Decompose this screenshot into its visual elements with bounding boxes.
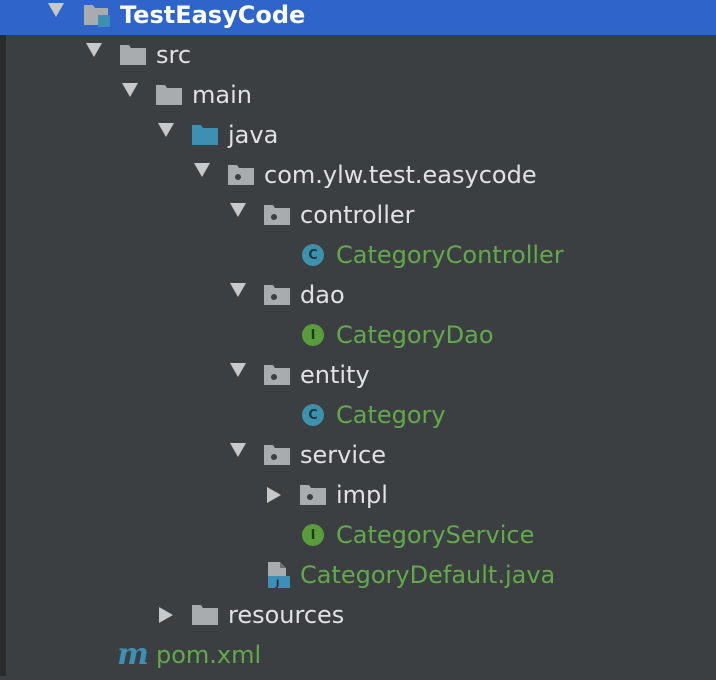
tree-item-label: Category: [336, 401, 446, 429]
svg-text:J: J: [275, 579, 279, 589]
tree-item-category-service[interactable]: I CategoryService: [0, 515, 716, 555]
class-icon: C: [298, 395, 328, 435]
tree-item-label: resources: [228, 601, 345, 629]
class-icon: C: [298, 235, 328, 275]
tree-item-label: main: [192, 81, 252, 109]
expand-arrow-icon[interactable]: [192, 155, 212, 195]
tree-item-label: src: [156, 41, 192, 69]
expand-arrow-icon[interactable]: [156, 115, 176, 155]
tree-item-label: service: [300, 441, 386, 469]
tree-item-label: controller: [300, 201, 415, 229]
tree-item-label: entity: [300, 361, 370, 389]
package-icon: [262, 355, 292, 395]
tree-item-entity[interactable]: entity: [0, 355, 716, 395]
tree-item-controller[interactable]: controller: [0, 195, 716, 235]
tree-item-category-dao[interactable]: I CategoryDao: [0, 315, 716, 355]
expand-arrow-icon[interactable]: [120, 75, 140, 115]
interface-icon: I: [298, 315, 328, 355]
tree-item-java[interactable]: java: [0, 115, 716, 155]
tree-item-label: impl: [336, 481, 388, 509]
expand-arrow-icon[interactable]: [84, 35, 104, 75]
tree-item-main[interactable]: main: [0, 75, 716, 115]
expand-arrow-icon[interactable]: [228, 435, 248, 475]
package-icon: [262, 435, 292, 475]
tree-item-label: CategoryDao: [336, 321, 494, 349]
expand-arrow-icon[interactable]: [46, 0, 66, 35]
folder-icon: [190, 595, 220, 635]
package-icon: [262, 275, 292, 315]
expand-arrow-icon[interactable]: [228, 355, 248, 395]
tree-item-label: CategoryController: [336, 241, 564, 269]
package-icon: [226, 155, 256, 195]
folder-icon: [118, 35, 148, 75]
tree-item-label: TestEasyCode: [120, 1, 306, 29]
tree-item-label: CategoryDefault.java: [300, 561, 556, 589]
java-file-icon: J: [262, 555, 292, 595]
tree-item-pom-xml[interactable]: m pom.xml: [0, 635, 716, 675]
tree-item-label: java: [228, 121, 279, 149]
tree-item-package-root[interactable]: com.ylw.test.easycode: [0, 155, 716, 195]
interface-icon: I: [298, 515, 328, 555]
tree-item-service[interactable]: service: [0, 435, 716, 475]
collapse-arrow-icon[interactable]: [156, 595, 176, 635]
folder-icon: [154, 75, 184, 115]
tree-item-label: pom.xml: [156, 641, 262, 669]
package-icon: [298, 475, 328, 515]
tree-item-dao[interactable]: dao: [0, 275, 716, 315]
tree-item-label: com.ylw.test.easycode: [264, 161, 537, 189]
tree-item-label: CategoryService: [336, 521, 535, 549]
module-folder-icon: [82, 0, 112, 35]
tree-item-label: dao: [300, 281, 345, 309]
expand-arrow-icon[interactable]: [228, 275, 248, 315]
tree-item-src[interactable]: src: [0, 35, 716, 75]
tree-item-category[interactable]: C Category: [0, 395, 716, 435]
project-tree: TestEasyCode src main java com.ylw.test.…: [0, 0, 716, 680]
maven-icon: m: [117, 637, 149, 672]
package-icon: [262, 195, 292, 235]
expand-arrow-icon[interactable]: [228, 195, 248, 235]
tree-item-category-controller[interactable]: C CategoryController: [0, 235, 716, 275]
tree-item-category-default-java[interactable]: J CategoryDefault.java: [0, 555, 716, 595]
tree-item-resources[interactable]: resources: [0, 595, 716, 635]
tree-item-testeasycode[interactable]: TestEasyCode: [0, 0, 716, 35]
collapse-arrow-icon[interactable]: [264, 475, 284, 515]
tree-item-impl[interactable]: impl: [0, 475, 716, 515]
source-folder-icon: [190, 115, 220, 155]
